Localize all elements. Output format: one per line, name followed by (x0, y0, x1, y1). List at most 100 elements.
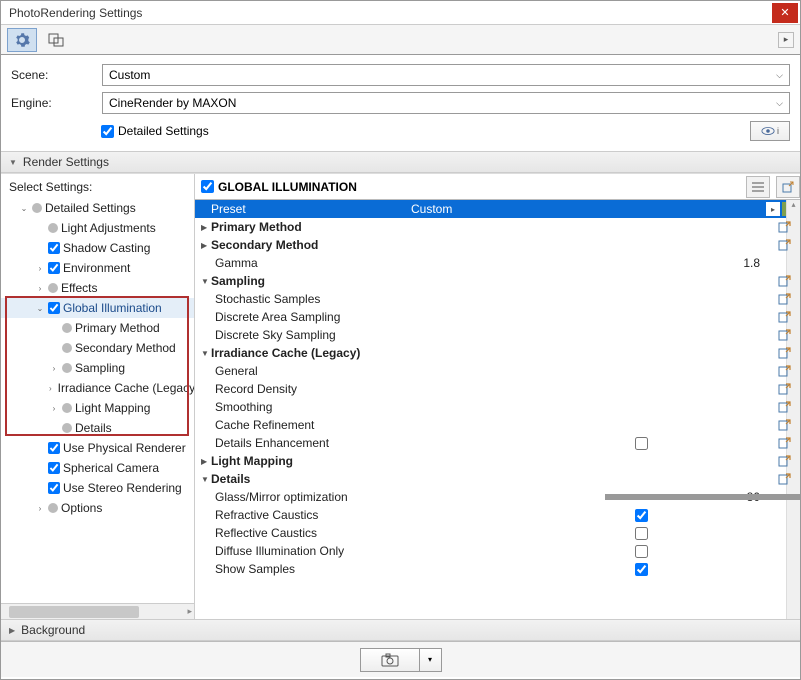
property-list[interactable]: Preset Custom ▸ ▴ ▶Primary Method▶Second… (195, 200, 800, 619)
expand-toggle[interactable]: ▼ (201, 349, 211, 358)
property-row[interactable]: Refractive Caustics (195, 506, 800, 524)
expand-toggle[interactable]: ▶ (201, 457, 211, 466)
render-settings-header[interactable]: ▼ Render Settings (1, 151, 800, 173)
expand-toggle[interactable]: ▶ (201, 223, 211, 232)
tree-item[interactable]: ›Options (1, 498, 194, 518)
expand-toggle[interactable]: › (35, 504, 45, 513)
property-row[interactable]: Discrete Area Sampling (195, 308, 800, 326)
scene-select[interactable]: Custom ⌵ (102, 64, 790, 86)
property-row[interactable]: Stochastic Samples (195, 290, 800, 308)
action-icon[interactable] (778, 274, 792, 288)
chevron-down-icon: ▼ (9, 158, 17, 167)
settings-tree[interactable]: ⌄Detailed SettingsLight AdjustmentsShado… (1, 198, 194, 603)
expand-toggle[interactable]: ▶ (201, 241, 211, 250)
action-icon[interactable] (778, 364, 792, 378)
scrollbar-thumb[interactable] (9, 606, 139, 618)
property-checkbox[interactable] (635, 563, 648, 576)
action-icon[interactable] (778, 238, 792, 252)
action-icon[interactable] (778, 400, 792, 414)
action-icon[interactable] (778, 292, 792, 306)
tree-item[interactable]: Use Stereo Rendering (1, 478, 194, 498)
expand-toggle[interactable]: › (49, 384, 52, 393)
expand-toggle[interactable]: ▼ (201, 475, 211, 484)
action-icon[interactable] (778, 454, 792, 468)
render-dropdown-button[interactable]: ▾ (420, 648, 442, 672)
action-icon[interactable] (778, 328, 792, 342)
tree-checkbox[interactable] (48, 442, 60, 454)
property-row[interactable]: Gamma1.8 (195, 254, 800, 272)
expand-toggle[interactable]: › (49, 404, 59, 413)
tree-checkbox[interactable] (48, 302, 60, 314)
chevron-right-icon[interactable]: ▸ (778, 32, 794, 48)
tree-item[interactable]: Primary Method (1, 318, 194, 338)
expand-toggle[interactable]: ⌄ (35, 304, 45, 313)
property-group[interactable]: ▼Details (195, 470, 800, 488)
engine-select[interactable]: CineRender by MAXON ⌵ (102, 92, 790, 114)
tree-item[interactable]: Light Adjustments (1, 218, 194, 238)
property-group[interactable]: ▼Irradiance Cache (Legacy) (195, 344, 800, 362)
gi-enable-checkbox[interactable] (201, 180, 214, 193)
tree-item[interactable]: ⌄Detailed Settings (1, 198, 194, 218)
preset-row[interactable]: Preset Custom ▸ (195, 200, 800, 218)
tree-item[interactable]: ⌄Global Illumination (1, 298, 194, 318)
detailed-settings-checkbox[interactable] (101, 125, 114, 138)
expand-toggle[interactable]: › (49, 364, 59, 373)
tree-item[interactable]: ›Irradiance Cache (Legacy) (1, 378, 194, 398)
background-header[interactable]: ▶ Background (1, 619, 800, 641)
property-row[interactable]: Show Samples (195, 560, 800, 578)
slider[interactable] (605, 494, 800, 500)
action-icon[interactable] (778, 346, 792, 360)
property-checkbox[interactable] (635, 437, 648, 450)
property-checkbox[interactable] (635, 545, 648, 558)
action-icon[interactable] (778, 436, 792, 450)
export-button[interactable] (776, 176, 800, 198)
preview-button[interactable]: i (750, 121, 790, 141)
tree-item[interactable]: ›Environment (1, 258, 194, 278)
property-row[interactable]: Glass/Mirror optimization80 (195, 488, 800, 506)
property-group[interactable]: ▶Secondary Method (195, 236, 800, 254)
tree-item[interactable]: › Sampling (1, 358, 194, 378)
tree-checkbox[interactable] (48, 262, 60, 274)
render-button[interactable] (360, 648, 420, 672)
property-group[interactable]: ▼Sampling (195, 272, 800, 290)
tree-checkbox[interactable] (48, 242, 60, 254)
expand-toggle[interactable]: › (35, 284, 45, 293)
settings-tab-button[interactable] (7, 28, 37, 52)
action-icon[interactable] (778, 220, 792, 234)
tree-item[interactable]: Spherical Camera (1, 458, 194, 478)
size-tab-button[interactable] (41, 28, 71, 52)
property-row[interactable]: General (195, 362, 800, 380)
action-icon[interactable] (778, 472, 792, 486)
property-group[interactable]: ▶Primary Method (195, 218, 800, 236)
tree-item[interactable]: ›Light Mapping (1, 398, 194, 418)
property-row[interactable]: Reflective Caustics (195, 524, 800, 542)
tree-label: Sampling (75, 361, 125, 375)
toolbar: ▸ (1, 25, 800, 55)
expand-toggle[interactable]: ▼ (201, 277, 211, 286)
expand-toggle[interactable]: › (35, 264, 45, 273)
action-icon[interactable] (778, 418, 792, 432)
tree-checkbox[interactable] (48, 462, 60, 474)
tree-checkbox[interactable] (48, 482, 60, 494)
action-icon[interactable] (778, 310, 792, 324)
property-checkbox[interactable] (635, 509, 648, 522)
list-view-button[interactable] (746, 176, 770, 198)
property-row[interactable]: Discrete Sky Sampling (195, 326, 800, 344)
tree-item[interactable]: ›Effects (1, 278, 194, 298)
tree-item[interactable]: Use Physical Renderer (1, 438, 194, 458)
property-row[interactable]: Smoothing (195, 398, 800, 416)
property-row[interactable]: Cache Refinement (195, 416, 800, 434)
action-icon[interactable] (778, 382, 792, 396)
expand-toggle[interactable]: ⌄ (19, 204, 29, 213)
tree-item[interactable]: Details (1, 418, 194, 438)
property-group[interactable]: ▶Light Mapping (195, 452, 800, 470)
close-button[interactable]: ✕ (772, 3, 798, 23)
chevron-right-icon[interactable]: ▸ (766, 202, 780, 216)
horizontal-scrollbar[interactable]: ▸ (1, 603, 194, 619)
property-checkbox[interactable] (635, 527, 648, 540)
property-row[interactable]: Diffuse Illumination Only (195, 542, 800, 560)
property-row[interactable]: Record Density (195, 380, 800, 398)
tree-item[interactable]: Secondary Method (1, 338, 194, 358)
tree-item[interactable]: Shadow Casting (1, 238, 194, 258)
property-row[interactable]: Details Enhancement (195, 434, 800, 452)
